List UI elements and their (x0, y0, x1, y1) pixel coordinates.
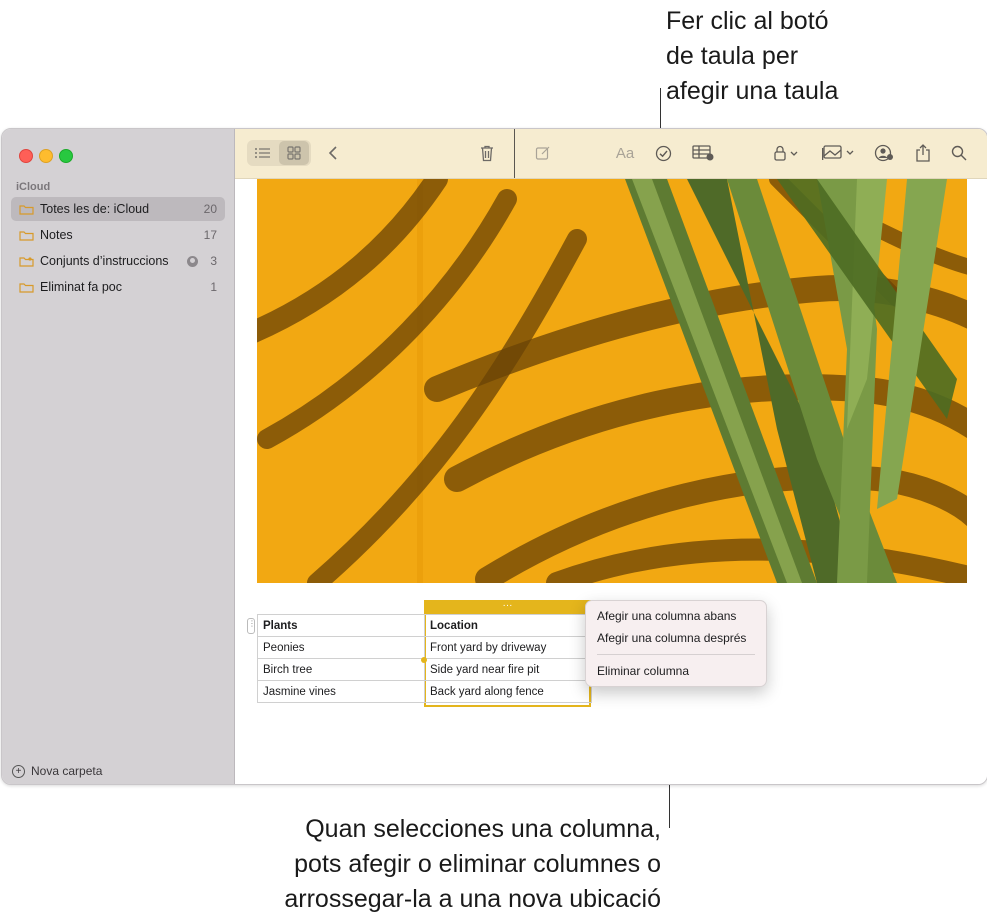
menu-item-delete-column[interactable]: Eliminar columna (586, 660, 766, 682)
callout-line: de taula per (666, 42, 799, 70)
menu-item-add-column-before[interactable]: Afegir una columna abans (586, 605, 766, 627)
callout-table-button: Fer clic al botó de taula per afegir una… (666, 4, 976, 109)
sidebar-item-label: Eliminat fa poc (40, 280, 122, 294)
trash-icon[interactable] (477, 141, 497, 165)
table-cell[interactable]: Birch tree (257, 658, 425, 681)
note-photo[interactable] (257, 179, 967, 583)
minimize-window-button[interactable] (39, 149, 53, 163)
table-header-cell[interactable]: Plants (257, 614, 425, 637)
callout-line: Quan selecciones una columna, (305, 815, 661, 843)
column-context-menu: Afegir una columna abans Afegir una colu… (585, 600, 767, 687)
search-icon[interactable] (949, 141, 969, 165)
view-toggle[interactable] (247, 140, 311, 166)
new-folder-label: Nova carpeta (31, 764, 103, 778)
gallery-view-icon[interactable] (286, 145, 302, 166)
table-row: Jasmine vines Back yard along fence (257, 680, 592, 703)
folder-icon (19, 282, 34, 293)
callout-line: afegir una taula (666, 77, 839, 105)
list-view-icon[interactable] (254, 145, 272, 166)
media-icon[interactable] (821, 141, 857, 165)
table-header-row: Plants Location (257, 614, 592, 637)
callout-column-select: Quan selecciones una columna, pots afegi… (284, 812, 661, 917)
sidebar: iCloud Totes les de: iCloud 20 Notes 17 … (2, 129, 235, 784)
table-cell[interactable]: Front yard by driveway (424, 636, 592, 659)
format-icon[interactable]: Aa (613, 141, 637, 165)
table-cell[interactable]: Jasmine vines (257, 680, 425, 703)
sidebar-item-label: Totes les de: iCloud (40, 202, 150, 216)
notes-window: iCloud Totes les de: iCloud 20 Notes 17 … (1, 128, 987, 785)
callout-line: Fer clic al botó (666, 7, 829, 35)
toolbar-divider (514, 129, 515, 178)
sidebar-item-label: Notes (40, 228, 73, 242)
compose-icon[interactable] (533, 141, 553, 165)
menu-item-add-column-after[interactable]: Afegir una columna després (586, 627, 766, 649)
shared-person-icon (187, 255, 199, 267)
callout-line: pots afegir o eliminar columnes o (294, 850, 661, 878)
sidebar-section-label: iCloud (16, 181, 51, 193)
sidebar-item-all-icloud[interactable]: Totes les de: iCloud 20 (11, 197, 225, 221)
sidebar-item-shared-instructions[interactable]: Conjunts d’instruccions 3 (11, 249, 225, 273)
sidebar-item-count: 17 (203, 228, 217, 242)
palm-leaf-photo (257, 179, 967, 583)
collaborate-icon[interactable] (873, 141, 895, 165)
folder-icon (19, 230, 34, 241)
zoom-window-button[interactable] (59, 149, 73, 163)
menu-separator (597, 654, 755, 655)
note-content[interactable]: ⋮ ··· Plants Location Peonies Front yard… (235, 179, 987, 784)
sidebar-item-count: 1 (210, 280, 217, 294)
sidebar-item-count: 3 (210, 254, 217, 268)
toolbar: Aa (235, 129, 987, 179)
sidebar-item-label: Conjunts d’instruccions (40, 254, 169, 268)
format-label: Aa (615, 144, 635, 162)
checklist-icon[interactable] (653, 141, 673, 165)
table-header-cell[interactable]: Location (424, 614, 592, 637)
table-cell[interactable]: Side yard near fire pit (424, 658, 592, 681)
back-icon[interactable] (323, 141, 343, 165)
table-row: Peonies Front yard by driveway (257, 636, 592, 659)
lock-icon[interactable] (773, 141, 803, 165)
shared-folder-icon (19, 256, 34, 267)
sidebar-item-recently-deleted[interactable]: Eliminat fa poc 1 (11, 275, 225, 299)
column-resize-handle[interactable] (421, 657, 427, 663)
callout-line: arrossegar-la a una nova ubicació (284, 885, 661, 913)
folder-icon (19, 204, 34, 215)
column-drag-handle[interactable]: ··· (426, 601, 589, 611)
plus-circle-icon: + (12, 764, 25, 778)
table-cell[interactable]: Peonies (257, 636, 425, 659)
row-handle[interactable]: ⋮ (247, 618, 256, 634)
share-icon[interactable] (913, 141, 933, 165)
table-cell[interactable]: Back yard along fence (424, 680, 592, 703)
sidebar-item-notes[interactable]: Notes 17 (11, 223, 225, 247)
sidebar-item-count: 20 (203, 202, 217, 216)
close-window-button[interactable] (19, 149, 33, 163)
table-icon[interactable] (691, 141, 715, 165)
new-folder-button[interactable]: + Nova carpeta (12, 764, 102, 778)
